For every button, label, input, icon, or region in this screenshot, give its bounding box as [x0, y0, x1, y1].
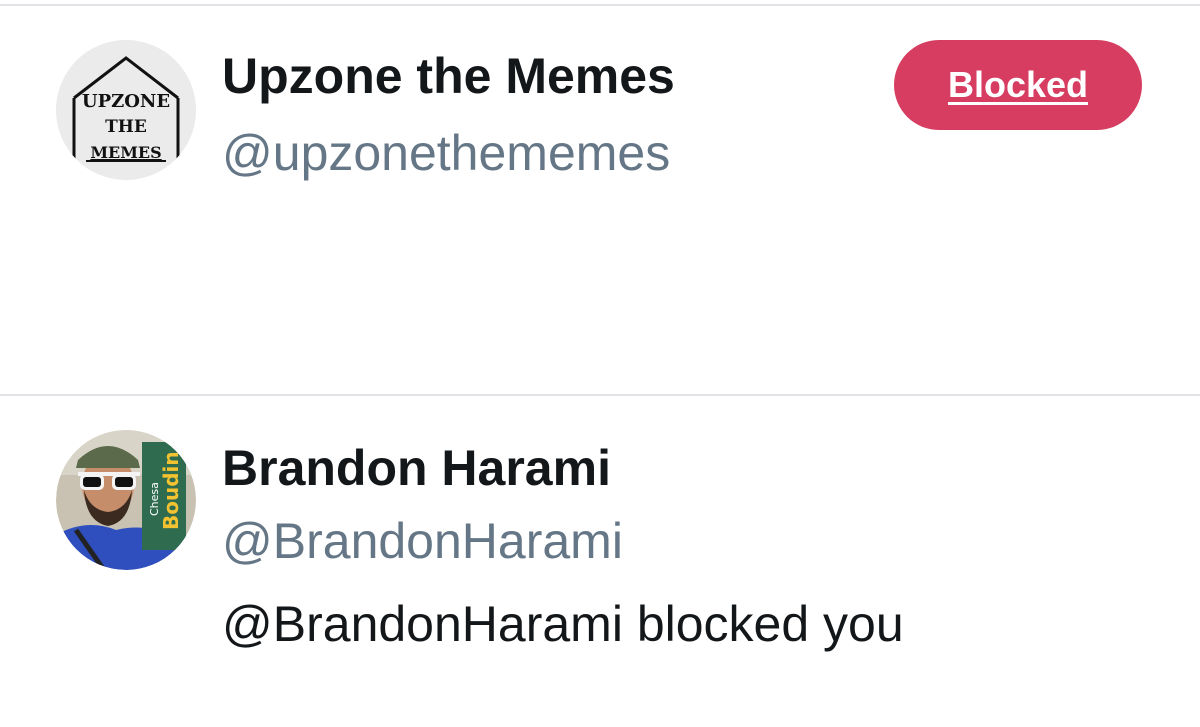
- avatar[interactable]: UPZONE THE MEMES: [56, 40, 196, 180]
- upzone-logo-avatar-icon: UPZONE THE MEMES: [56, 40, 196, 180]
- svg-text:MEMES: MEMES: [90, 143, 161, 162]
- user-photo-avatar-icon: Chesa Boudin: [56, 430, 196, 570]
- avatar[interactable]: Chesa Boudin: [56, 430, 196, 570]
- username-handle[interactable]: @BrandonHarami: [222, 511, 623, 571]
- display-name[interactable]: Upzone the Memes: [222, 46, 675, 106]
- blocked-button[interactable]: Blocked: [894, 40, 1142, 130]
- svg-text:UPZONE: UPZONE: [82, 91, 170, 112]
- display-name[interactable]: Brandon Harami: [222, 438, 611, 498]
- username-handle[interactable]: @upzonethememes: [222, 123, 670, 183]
- blocked-you-status: @BrandonHarami blocked you: [222, 596, 904, 652]
- user-row-upzonethememes[interactable]: UPZONE THE MEMES Upzone the Memes @upzon…: [0, 0, 1200, 395]
- svg-text:THE: THE: [105, 117, 147, 137]
- user-row-brandonharami[interactable]: Chesa Boudin Brandon Harami @BrandonHara…: [0, 396, 1200, 727]
- svg-text:Boudin: Boudin: [159, 451, 183, 530]
